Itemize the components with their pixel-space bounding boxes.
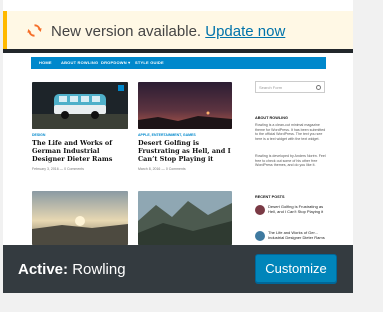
preview-search-box: Search Form xyxy=(255,81,325,93)
recent-post-title: Desert Golfing is Frustrating as Hell, a… xyxy=(268,204,324,214)
theme-screenshot[interactable]: HOME ABOUT ROWLING DROPDOWN ▾ STYLE GUID… xyxy=(3,49,353,245)
recent-post: The Life and Works of Ger... Industrial … xyxy=(255,230,327,242)
recent-post-thumb xyxy=(255,231,265,241)
post-thumbnail-sunrise xyxy=(32,191,128,245)
preview-search-placeholder: Search Form xyxy=(259,85,283,90)
recent-post-thumb xyxy=(255,205,265,215)
preview-nav: HOME ABOUT ROWLING DROPDOWN ▾ STYLE GUID… xyxy=(31,57,326,69)
active-theme-name: Active: Rowling xyxy=(18,261,126,278)
customize-button[interactable]: Customize xyxy=(255,254,337,283)
post-thumbnail-night xyxy=(138,82,232,129)
theme-card[interactable]: New version available. Update now HOME A… xyxy=(3,0,353,293)
widget-title: ABOUT ROWLING xyxy=(255,116,288,120)
theme-actions-bar: Active: Rowling Customize xyxy=(3,245,353,293)
widget-text: Rowling is a clean-cut minimal magazine … xyxy=(255,123,326,141)
post-meta: March 8, 2016 — 0 Comments xyxy=(138,167,186,171)
post-category: DESIGN xyxy=(32,133,46,137)
preview-nav-item: ABOUT ROWLING xyxy=(61,60,99,65)
recent-post-title: The Life and Works of Ger... Industrial … xyxy=(268,230,325,240)
post-meta: February 3, 2016 — 0 Comments xyxy=(32,167,84,171)
widget-title: RECENT POSTS xyxy=(255,195,285,199)
post-title: Desert Golfing is Frustrating as Hell, a… xyxy=(138,139,231,163)
update-now-link[interactable]: Update now xyxy=(205,23,285,40)
notice-message: New version available. Update now xyxy=(51,23,285,40)
widget-text: Rowling is developed by Anders Norén. Fe… xyxy=(255,154,326,168)
post-thumbnail-mountains xyxy=(138,191,232,245)
update-notice: New version available. Update now xyxy=(3,11,353,49)
update-icon xyxy=(27,24,42,37)
recent-post: Desert Golfing is Frustrating as Hell, a… xyxy=(255,204,327,216)
post-category: APPLE, ENTERTAINMENT, GAMES xyxy=(138,133,196,137)
post-title: The Life and Works of German Industrial … xyxy=(32,139,113,163)
search-icon xyxy=(316,85,321,90)
preview-nav-item: HOME xyxy=(39,60,52,65)
preview-nav-item: STYLE GUIDE xyxy=(135,60,164,65)
preview-top-bar xyxy=(3,49,353,53)
post-thumbnail-van xyxy=(32,82,128,129)
active-label: Active: xyxy=(18,261,69,278)
notice-text: New version available. xyxy=(51,23,202,40)
preview-nav-item: DROPDOWN ▾ xyxy=(101,60,131,65)
theme-name: Rowling xyxy=(72,261,126,278)
